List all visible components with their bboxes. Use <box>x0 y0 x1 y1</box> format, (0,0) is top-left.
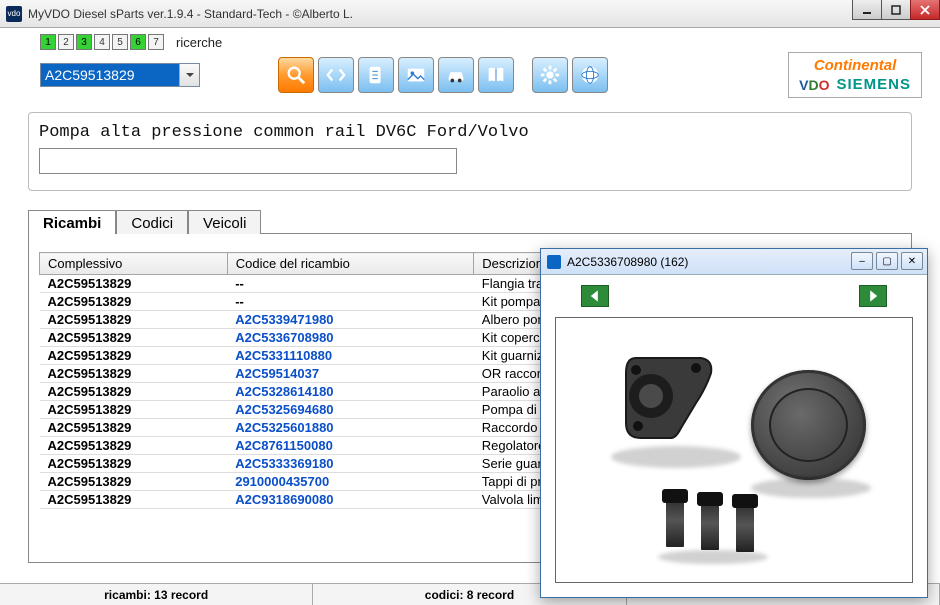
history-row: 1234567 ricerche <box>0 28 940 50</box>
cell-complessivo: A2C59513829 <box>40 473 228 491</box>
window-title: MyVDO Diesel sParts ver.1.9.4 - Standard… <box>28 7 353 21</box>
cell-codice[interactable]: A2C9318690080 <box>227 491 474 509</box>
brand-siemens: SIEMENS <box>836 76 911 93</box>
brand-panel: Continental VDO SIEMENS <box>788 52 922 98</box>
maximize-button[interactable] <box>881 0 911 20</box>
popup-title: A2C5336708980 (162) <box>567 255 688 269</box>
image-icon[interactable] <box>398 57 434 93</box>
cell-complessivo: A2C59513829 <box>40 275 228 293</box>
document-icon[interactable] <box>358 57 394 93</box>
tab-veicoli[interactable]: Veicoli <box>188 210 261 234</box>
cell-complessivo: A2C59513829 <box>40 437 228 455</box>
main-titlebar: vdo MyVDO Diesel sParts ver.1.9.4 - Stan… <box>0 0 940 28</box>
brand-vdo: VDO <box>799 77 828 93</box>
search-dropdown-button[interactable] <box>179 64 199 86</box>
cell-codice[interactable]: A2C5331110880 <box>227 347 474 365</box>
history-label: ricerche <box>176 35 222 50</box>
popup-titlebar: A2C5336708980 (162) – ▢ ✕ <box>541 249 927 275</box>
search-icon[interactable] <box>278 57 314 93</box>
history-slot-1[interactable]: 1 <box>40 34 56 50</box>
popup-image <box>555 317 913 583</box>
popup-minimize-button[interactable]: – <box>851 252 873 270</box>
cell-complessivo: A2C59513829 <box>40 347 228 365</box>
cell-complessivo: A2C59513829 <box>40 401 228 419</box>
tab-ricambi[interactable]: Ricambi <box>28 210 116 234</box>
description-title: Pompa alta pressione common rail DV6C Fo… <box>39 123 901 142</box>
globe-icon[interactable] <box>572 57 608 93</box>
cell-complessivo: A2C59513829 <box>40 365 228 383</box>
vehicle-icon[interactable] <box>438 57 474 93</box>
image-popup[interactable]: A2C5336708980 (162) – ▢ ✕ <box>540 248 928 598</box>
history-slot-4[interactable]: 4 <box>94 34 110 50</box>
cell-codice[interactable]: A2C5333369180 <box>227 455 474 473</box>
brand-continental: Continental <box>814 57 897 74</box>
toolbar: Continental VDO SIEMENS <box>22 50 940 98</box>
description-group: Pompa alta pressione common rail DV6C Fo… <box>28 112 912 191</box>
description-input[interactable] <box>39 148 457 174</box>
next-image-button[interactable] <box>859 285 887 307</box>
status-ricambi: ricambi: 13 record <box>0 584 313 605</box>
cell-complessivo: A2C59513829 <box>40 419 228 437</box>
app-icon: vdo <box>6 6 22 22</box>
popup-app-icon <box>547 255 561 269</box>
search-input[interactable] <box>41 64 179 86</box>
cell-codice[interactable]: A2C8761150080 <box>227 437 474 455</box>
cell-codice: -- <box>227 275 474 293</box>
cell-codice[interactable]: 2910000435700 <box>227 473 474 491</box>
tab-codici[interactable]: Codici <box>116 210 188 234</box>
toolbar-icons <box>278 57 608 93</box>
popup-close-button[interactable]: ✕ <box>901 252 923 270</box>
cell-complessivo: A2C59513829 <box>40 311 228 329</box>
popup-nav <box>541 275 927 317</box>
prev-image-button[interactable] <box>581 285 609 307</box>
cell-complessivo: A2C59513829 <box>40 455 228 473</box>
minimize-button[interactable] <box>852 0 882 20</box>
window-controls <box>853 0 940 20</box>
col-codice-del-ricambio[interactable]: Codice del ricambio <box>227 253 474 275</box>
cell-codice[interactable]: A2C5325694680 <box>227 401 474 419</box>
gear-icon[interactable] <box>532 57 568 93</box>
cell-complessivo: A2C59513829 <box>40 293 228 311</box>
history-slot-2[interactable]: 2 <box>58 34 74 50</box>
book-icon[interactable] <box>478 57 514 93</box>
col-complessivo[interactable]: Complessivo <box>40 253 228 275</box>
history-slot-5[interactable]: 5 <box>112 34 128 50</box>
cell-codice[interactable]: A2C5325601880 <box>227 419 474 437</box>
history-slot-6[interactable]: 6 <box>130 34 146 50</box>
popup-maximize-button[interactable]: ▢ <box>876 252 898 270</box>
close-button[interactable] <box>910 0 940 20</box>
history-slot-3[interactable]: 3 <box>76 34 92 50</box>
cell-codice[interactable]: A2C59514037 <box>227 365 474 383</box>
cell-complessivo: A2C59513829 <box>40 329 228 347</box>
cell-codice: -- <box>227 293 474 311</box>
cell-codice[interactable]: A2C5328614180 <box>227 383 474 401</box>
search-combo[interactable] <box>40 63 200 87</box>
history-slot-7[interactable]: 7 <box>148 34 164 50</box>
cell-complessivo: A2C59513829 <box>40 383 228 401</box>
code-icon[interactable] <box>318 57 354 93</box>
cell-codice[interactable]: A2C5336708980 <box>227 329 474 347</box>
cell-complessivo: A2C59513829 <box>40 491 228 509</box>
cell-codice[interactable]: A2C5339471980 <box>227 311 474 329</box>
